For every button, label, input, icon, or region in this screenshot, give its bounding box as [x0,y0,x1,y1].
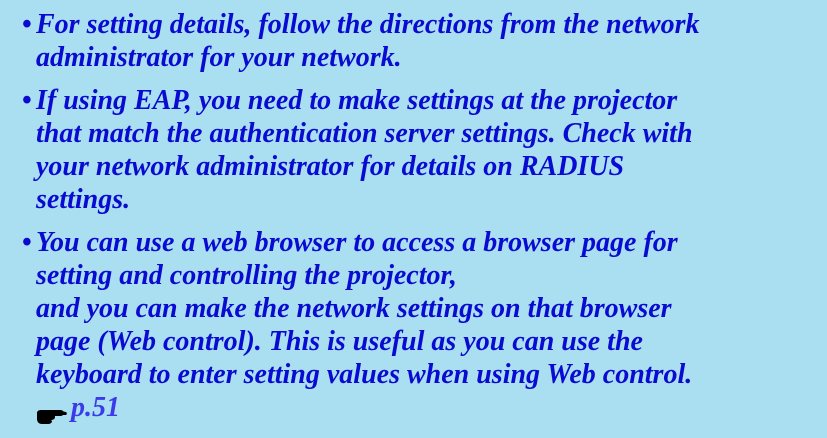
bullet: • [22,85,32,116]
bullet: • [22,9,32,40]
page-link[interactable]: p.51 [71,391,120,424]
note-line: page (Web control). This is useful as yo… [36,326,643,357]
note-panel: • For setting details, follow the direct… [0,0,827,438]
note-line: keyboard to enter setting values when us… [36,359,693,390]
note-line: and you can make the network settings on… [36,293,672,324]
page-reference[interactable]: p.51 [36,391,819,424]
bullet: • [22,227,32,258]
note-line: your network administrator for details o… [36,151,625,182]
note-web-control: • You can use a web browser to access a … [22,226,819,424]
pointing-hand-icon [36,400,68,424]
note-line: administrator for your network. [36,42,402,73]
note-line: You can use a web browser to access a br… [36,227,678,258]
note-network-setting-details: • For setting details, follow the direct… [22,8,819,74]
note-line: If using EAP, you need to make settings … [36,85,678,116]
note-line: that match the authentication server set… [36,118,693,149]
note-line: For setting details, follow the directio… [36,9,700,40]
note-eap-settings: • If using EAP, you need to make setting… [22,84,819,216]
note-line: setting and controlling the projector, [36,260,457,291]
note-line: settings. [36,184,131,215]
